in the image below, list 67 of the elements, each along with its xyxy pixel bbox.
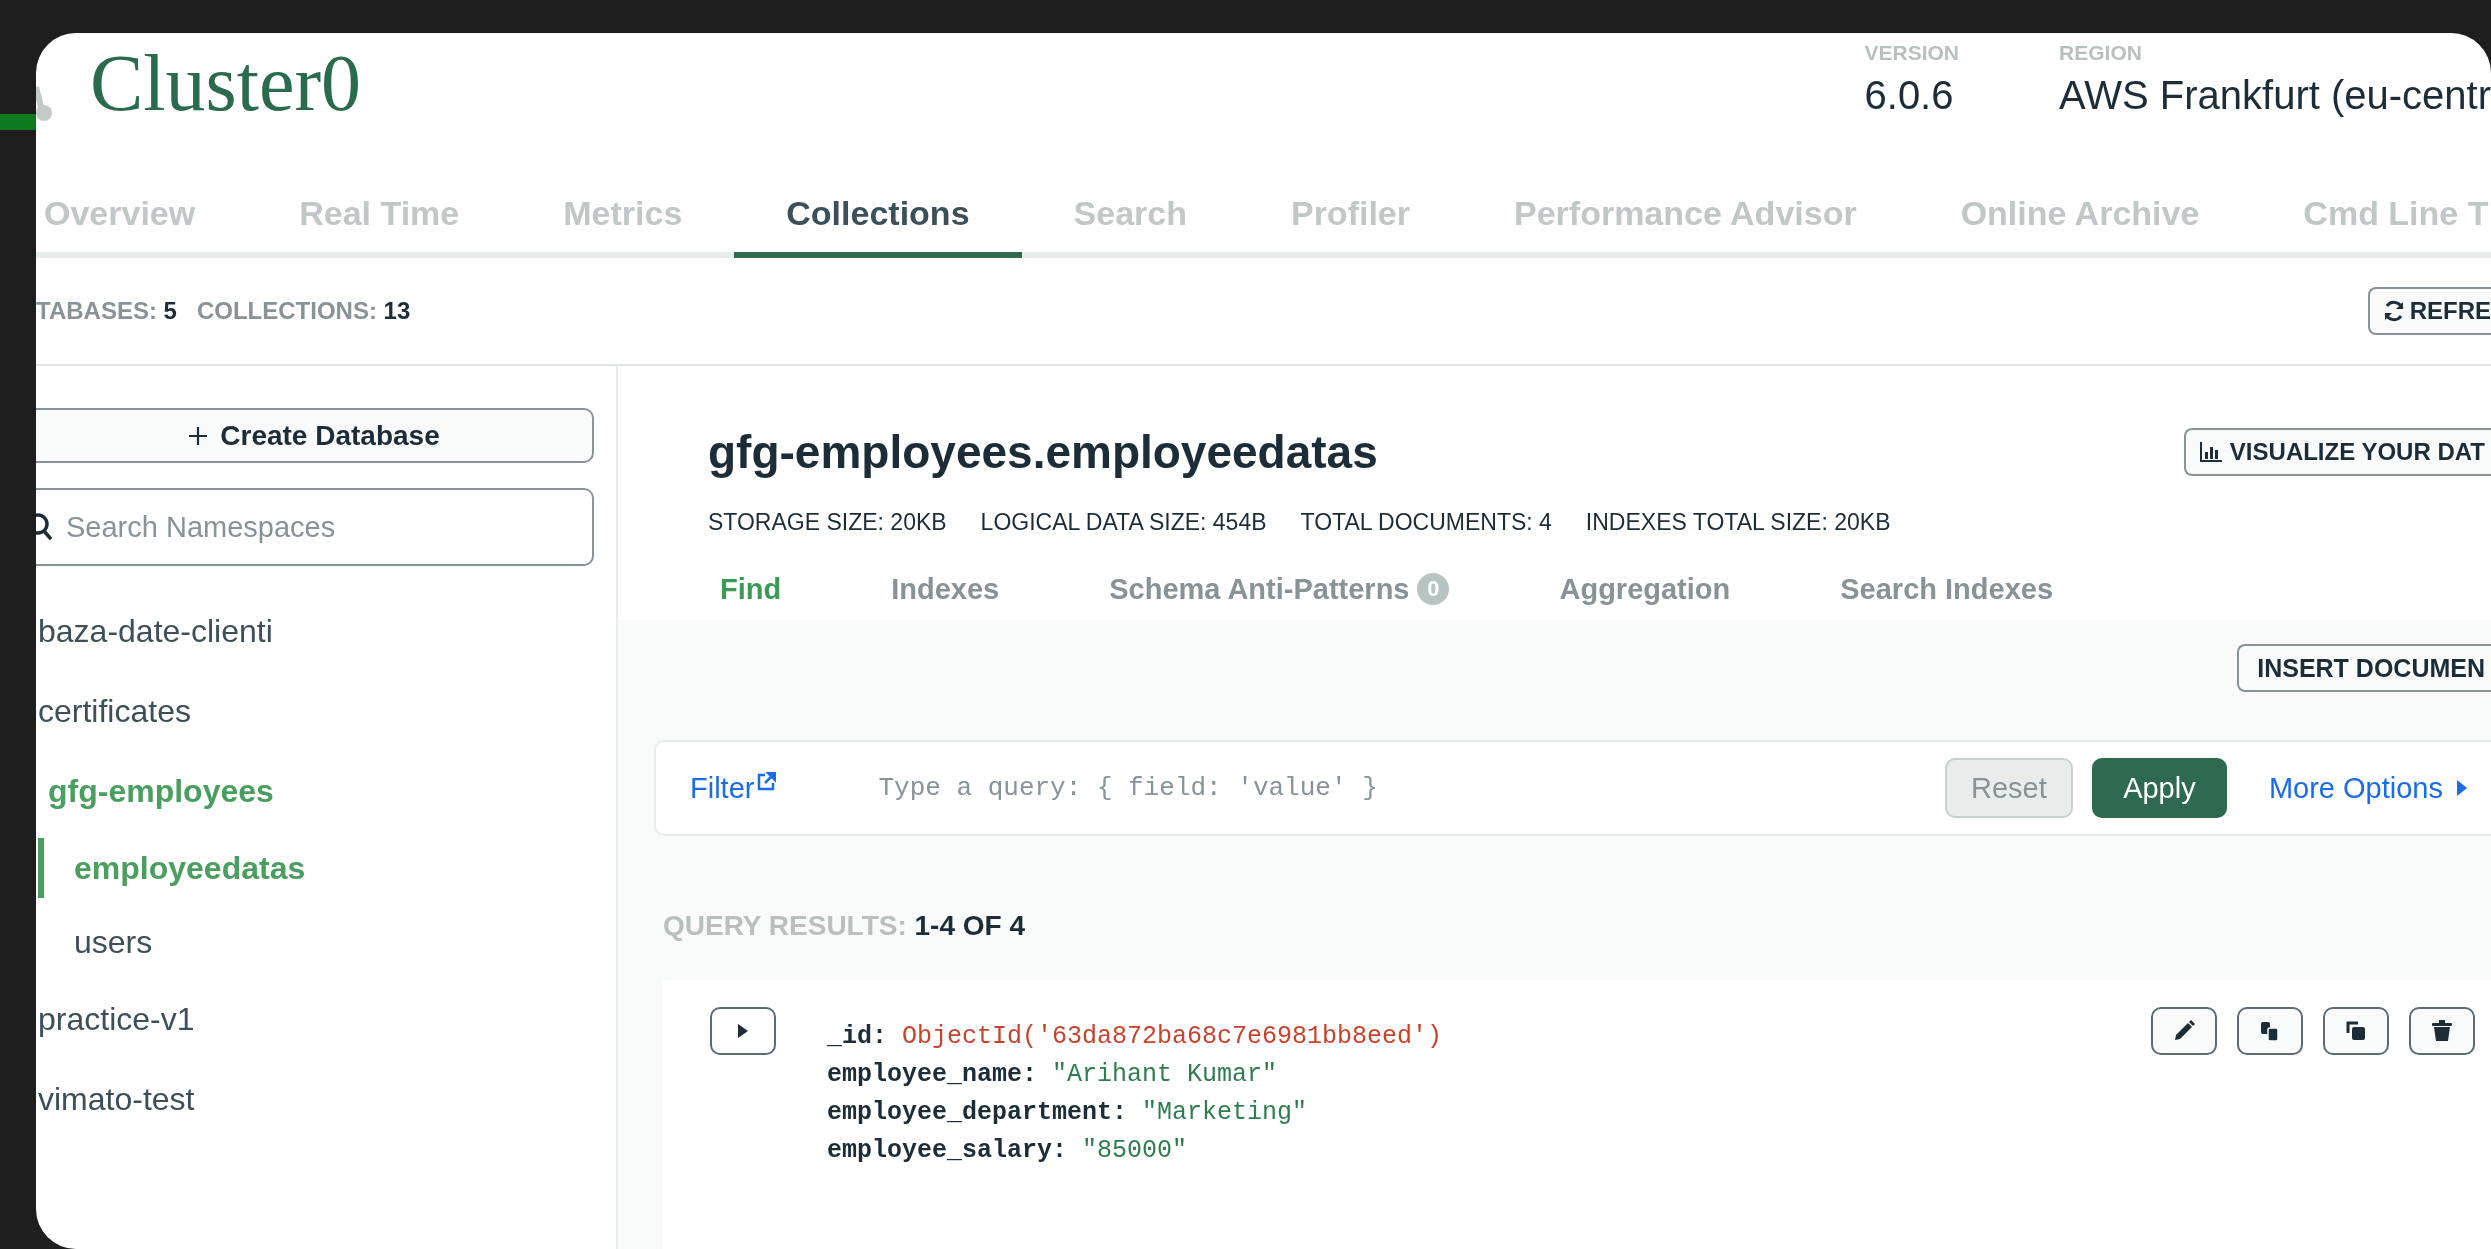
nav-tab[interactable]: Performance Advisor [1462,175,1909,258]
collection-tab[interactable]: Schema Anti-Patterns 0 [1109,572,1450,606]
region-value: AWS Frankfurt (eu-centr [2059,73,2491,118]
field-key: employee_name: [827,1059,1053,1089]
caret-right-icon [738,1024,748,1038]
stat-text: TABASES: 5 [36,297,177,325]
edit-button[interactable] [2151,1007,2217,1055]
query-results-text: QUERY RESULTS: 1-4 OF 4 [663,910,1026,942]
expand-button[interactable] [710,1007,776,1055]
stat-text: LOGICAL DATA SIZE: 454B [980,508,1267,536]
nav-tab[interactable]: Metrics [511,175,735,258]
nav-tab[interactable]: Cmd Line T [2251,175,2491,258]
nav-tab[interactable]: Real Time [247,175,512,258]
query-field[interactable]: Type a query: { field: 'value' } [876,772,1945,804]
database-item[interactable]: practice-v1 [36,979,616,1059]
database-item[interactable]: vimato-test [36,1059,616,1139]
cluster-title: Cluster0 [90,43,362,123]
apply-button[interactable]: Apply [2091,758,2227,818]
field-value: "85000" [1082,1135,1188,1165]
nav-tab[interactable]: Collections [734,175,1022,258]
version-value: 6.0.6 [1864,73,1955,118]
create-database-button[interactable]: Create Database [36,408,594,463]
bar-chart-icon [2199,442,2222,462]
database-item[interactable]: gfg-employees [36,751,616,831]
collection-tab[interactable]: Aggregation [1559,572,1731,606]
collection-item[interactable]: users [38,905,616,979]
search-field[interactable]: Search Namespaces [36,488,594,566]
field-value: "Marketing" [1142,1097,1308,1127]
stat-text: TOTAL DOCUMENTS: 4 [1300,508,1552,536]
cluster-icon [36,85,52,121]
external-link-icon [756,771,777,792]
field-key: _id: [827,1021,902,1051]
collection-tab[interactable]: Indexes [891,572,1000,606]
insert-document-button[interactable]: INSERT DOCUMEN [2237,644,2491,692]
more-options-button[interactable]: More Options [2268,771,2467,805]
region-label: REGION [2059,41,2143,65]
delete-button[interactable] [2409,1007,2475,1055]
refresh-button[interactable]: REFRE [2367,287,2491,335]
collection-tab[interactable]: Search Indexes [1840,572,2054,606]
trash-icon [2430,1019,2454,1043]
pencil-icon [2172,1019,2196,1043]
clone-icon [2344,1019,2368,1043]
version-label: VERSION [1864,41,1960,65]
plus-icon [188,425,209,446]
indicator-mark [0,114,36,130]
nav-tab[interactable]: Search [1021,175,1239,258]
copy-button[interactable] [2237,1007,2303,1055]
stat-text: INDEXES TOTAL SIZE: 20KB [1585,508,1891,536]
field-key: employee_salary: [827,1135,1083,1165]
stat-text: COLLECTIONS: 13 [196,297,411,325]
database-item[interactable]: certificates [36,671,616,751]
field-value: ObjectId('63da872ba68c7e6981bb8eed') [902,1021,1443,1051]
count-badge: 0 [1417,573,1450,605]
search-icon [36,512,52,542]
visualize-data-button[interactable]: VISUALIZE YOUR DAT [2183,428,2491,476]
nav-tab[interactable]: Profiler [1238,175,1462,258]
collection-tab[interactable]: Find [720,572,782,606]
database-item[interactable]: baza-date-clienti [36,591,616,671]
nav-tab[interactable]: Online Archive [1908,175,2252,258]
filter-link[interactable]: Filter [690,771,777,805]
caret-right-icon [2457,780,2467,796]
field-key: employee_department: [827,1097,1143,1127]
stat-text: STORAGE SIZE: 20KB [708,508,947,536]
nav-tab[interactable]: Overview [36,175,248,258]
field-value: "Arihant Kumar" [1052,1059,1278,1089]
collection-title: gfg-employees.employeedatas [708,425,1378,479]
clone-button[interactable] [2323,1007,2389,1055]
